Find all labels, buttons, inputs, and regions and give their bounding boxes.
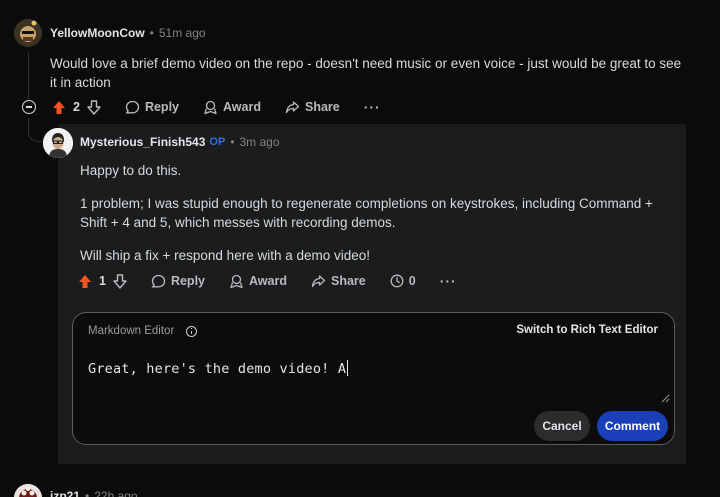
share-button[interactable]: Share [285,100,340,115]
editor-text: Great, here's the demo video! A [88,361,347,377]
clock-count: 0 [408,274,416,288]
downvote-icon[interactable] [113,273,127,289]
upvote-icon[interactable] [78,274,92,289]
share-label: Share [304,100,340,114]
username[interactable]: YellowMoonCow [50,26,145,40]
avatar[interactable] [43,128,73,158]
reply-button[interactable]: Reply [151,274,205,289]
collapse-icon[interactable] [22,100,36,114]
award-button[interactable]: Award [229,274,287,289]
op-badge: OP [209,136,226,148]
separator-dot: • [149,26,154,40]
award-button[interactable]: Award [203,100,261,115]
cancel-button[interactable]: Cancel [534,411,590,441]
share-icon [285,100,300,113]
more-options-button[interactable]: ··· [364,99,381,115]
vote-control: 2 [52,99,101,115]
reply-icon [125,100,140,113]
clock-icon [390,274,404,288]
vote-count: 1 [99,274,106,288]
editor-mode: Markdown Editor [88,325,198,337]
thread-line [28,52,29,100]
award-icon [230,274,243,288]
comment-button[interactable]: Comment [597,411,668,441]
comment-meta: Mysterious_Finish543 OP • 3m ago [80,135,280,149]
comment-actions: 2 Reply Award Share ··· [22,99,381,115]
comment-paragraph: Happy to do this. [80,163,182,178]
editor-textarea[interactable]: Great, here's the demo video! A [88,360,648,377]
award-icon [204,100,217,114]
text-caret [347,360,349,376]
more-options-button[interactable]: ··· [440,273,457,289]
timestamp[interactable]: 22h ago [94,489,137,497]
editor-mode-label: Markdown Editor [88,325,175,337]
comment-editor[interactable]: Markdown Editor Switch to Rich Text Edit… [72,312,675,445]
comment-paragraph: Will ship a fix + respond here with a de… [80,248,371,263]
username[interactable]: izp21 [50,489,80,497]
clock-button[interactable]: 0 [390,274,416,288]
share-icon [311,274,326,287]
comment-meta: izp21 • 22h ago [50,489,138,497]
avatar[interactable] [14,19,42,47]
share-label: Share [330,274,366,288]
reply-button[interactable]: Reply [125,100,179,115]
comment-actions: 1 Reply Award Share 0 ··· [78,273,457,289]
reply-label: Reply [144,100,179,114]
award-label: Award [249,274,287,288]
resize-handle-icon[interactable] [660,393,670,403]
downvote-icon[interactable] [87,99,101,115]
separator-dot: • [85,489,90,497]
comment-paragraph: 1 problem; I was stupid enough to regene… [80,196,653,230]
reply-icon [151,274,166,287]
username[interactable]: Mysterious_Finish543 [80,135,205,149]
separator-dot: • [230,135,235,149]
award-label: Award [223,100,261,114]
comment-thread: YellowMoonCow • 51m ago Would love a bri… [0,0,720,497]
comment-meta: YellowMoonCow • 51m ago [50,26,206,40]
comment-body: Would love a brief demo video on the rep… [50,56,682,90]
avatar[interactable] [14,484,42,497]
switch-editor-button[interactable]: Switch to Rich Text Editor [516,324,658,336]
reply-label: Reply [170,274,205,288]
thread-branch-line [28,118,42,142]
timestamp[interactable]: 51m ago [159,26,206,40]
upvote-icon[interactable] [52,100,66,115]
vote-control: 1 [78,273,127,289]
share-button[interactable]: Share [311,274,366,289]
info-icon[interactable] [186,325,198,337]
vote-count: 2 [73,100,80,114]
timestamp[interactable]: 3m ago [240,135,280,149]
